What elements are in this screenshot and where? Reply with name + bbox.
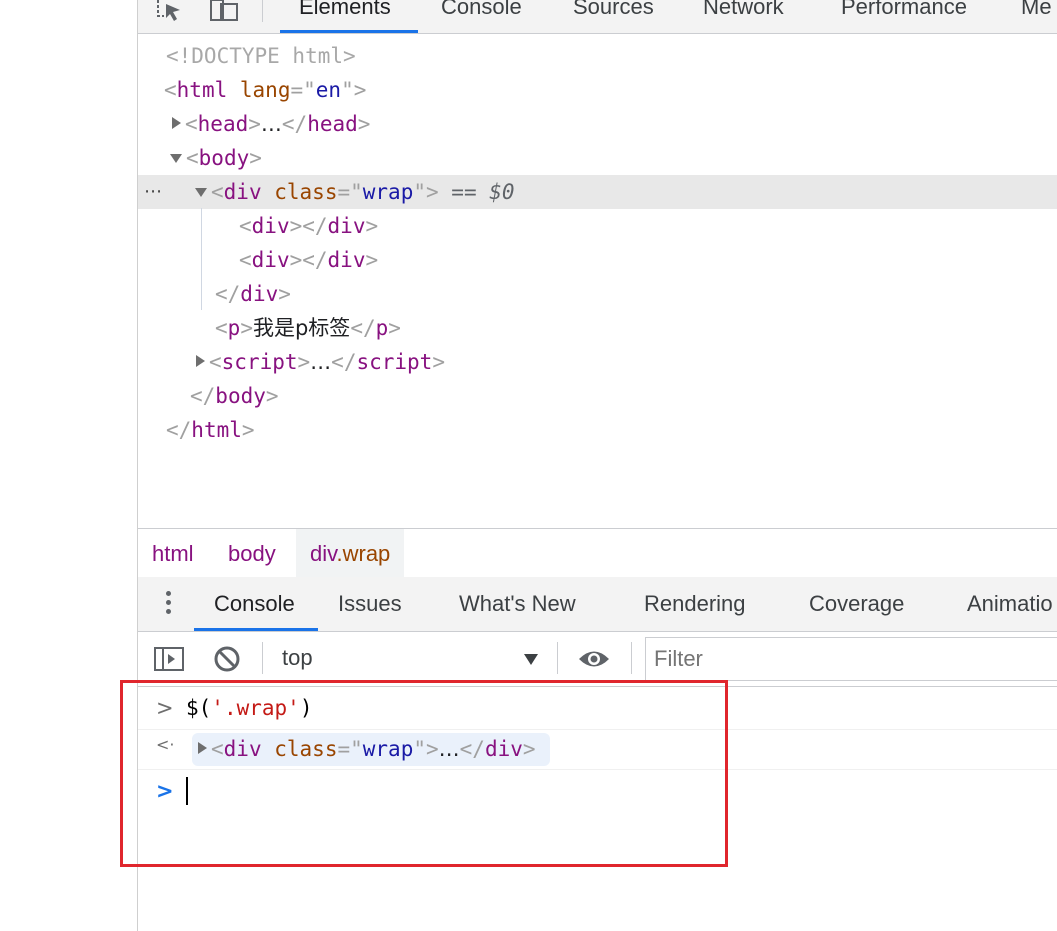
breadcrumb-body[interactable]: body [214, 529, 290, 577]
dom-node-html[interactable]: <html lang="en"> [138, 73, 1057, 107]
p-tag: p [227, 316, 241, 340]
body-close-tag: body [215, 384, 266, 408]
breadcrumb-html[interactable]: html [138, 529, 208, 577]
head-close-tag: head [307, 112, 358, 136]
script-tag: script [221, 350, 298, 374]
dom-node-doctype[interactable]: <!DOCTYPE html> [138, 39, 1057, 73]
drawer-tab-console[interactable]: Console [214, 591, 295, 617]
dom-node-div-child-2[interactable]: <div></div> [138, 243, 1057, 277]
drawer-tab-rendering[interactable]: Rendering [644, 591, 746, 617]
div-tag: div [223, 180, 262, 204]
expand-triangle-icon[interactable] [172, 117, 181, 129]
context-selector[interactable]: top [282, 645, 313, 671]
script-close-tag: script [356, 350, 433, 374]
tab-sources[interactable]: Sources [573, 0, 654, 20]
show-sidebar-icon[interactable] [153, 645, 185, 679]
chevron-down-icon[interactable] [524, 654, 538, 665]
devtools-main-toolbar: Elements Console Sources Network Perform… [138, 0, 1057, 34]
drawer-tab-whats-new[interactable]: What's New [459, 591, 576, 617]
div-tag: div [251, 248, 290, 272]
dom-node-html-close[interactable]: </html> [138, 413, 1057, 447]
dom-node-head[interactable]: <head>…</head> [138, 107, 1057, 141]
p-text: 我是p标签 [252, 316, 351, 340]
inspect-element-icon[interactable] [154, 0, 184, 26]
collapsed-ellipsis: … [310, 350, 332, 374]
collapse-triangle-icon[interactable] [195, 188, 207, 197]
div-tag: div [251, 214, 290, 238]
dom-node-div-child-1[interactable]: <div></div> [138, 209, 1057, 243]
active-drawer-tab-indicator [194, 628, 318, 631]
dom-node-p[interactable]: <p>我是p标签</p> [138, 311, 1057, 345]
drawer-tab-bar: Console Issues What's New Rendering Cove… [138, 577, 1057, 632]
collapse-triangle-icon[interactable] [170, 154, 182, 163]
dom-node-div-close[interactable]: </div> [138, 277, 1057, 311]
lang-value: en [315, 78, 342, 102]
device-toggle-icon[interactable] [208, 0, 238, 26]
dom-node-body[interactable]: <body> [138, 141, 1057, 175]
drawer-tab-animations[interactable]: Animatio [967, 591, 1053, 617]
toolbar-separator [631, 642, 632, 674]
breadcrumb-div-wrap[interactable]: div.wrap [296, 529, 405, 577]
class-attr: class [274, 180, 338, 204]
div-close-tag: div [327, 214, 366, 238]
dollar-zero-marker: == $0 [451, 180, 515, 204]
tab-performance[interactable]: Performance [841, 0, 967, 20]
tab-network[interactable]: Network [703, 0, 784, 20]
breadcrumb-div-tag: div [310, 541, 337, 566]
dom-node-div-wrap-selected[interactable]: ⋯ <div class="wrap"> == $0 [138, 175, 1057, 209]
body-tag: body [198, 146, 250, 170]
class-value: wrap [362, 180, 414, 204]
breadcrumb: html body div.wrap [138, 528, 1057, 578]
div-close-tag: div [327, 248, 366, 272]
more-actions-icon[interactable]: ⋯ [144, 175, 162, 209]
head-tag: head [197, 112, 249, 136]
tab-console[interactable]: Console [441, 0, 522, 20]
dom-tree: <!DOCTYPE html> <html lang="en"> <head>…… [138, 34, 1057, 528]
drawer-tab-coverage[interactable]: Coverage [809, 591, 904, 617]
tab-memory[interactable]: Me [1021, 0, 1052, 20]
active-tab-indicator [280, 30, 418, 33]
dom-node-body-close[interactable]: </body> [138, 379, 1057, 413]
page-viewport-area [0, 0, 138, 931]
expand-triangle-icon[interactable] [196, 355, 205, 367]
html-tag: html [176, 78, 228, 102]
toolbar-separator [557, 642, 558, 674]
doctype-text: <!DOCTYPE html> [166, 44, 356, 68]
div-close-tag: div [240, 282, 279, 306]
collapsed-ellipsis: … [260, 112, 282, 136]
clear-console-icon[interactable] [212, 644, 242, 680]
eye-icon[interactable] [577, 646, 611, 678]
lang-attr: lang [239, 78, 291, 102]
dom-node-script[interactable]: <script>…</script> [138, 345, 1057, 379]
toolbar-separator [262, 0, 263, 22]
filter-input[interactable] [645, 637, 1057, 681]
highlight-annotation-box [120, 680, 728, 867]
toolbar-separator [262, 642, 263, 674]
p-close-tag: p [375, 316, 389, 340]
console-toolbar: top [138, 632, 1057, 687]
html-close-tag: html [191, 418, 242, 442]
drawer-tab-issues[interactable]: Issues [338, 591, 402, 617]
drawer-menu-icon[interactable] [166, 591, 172, 618]
tab-elements[interactable]: Elements [299, 0, 391, 20]
breadcrumb-div-class: .wrap [336, 541, 391, 566]
